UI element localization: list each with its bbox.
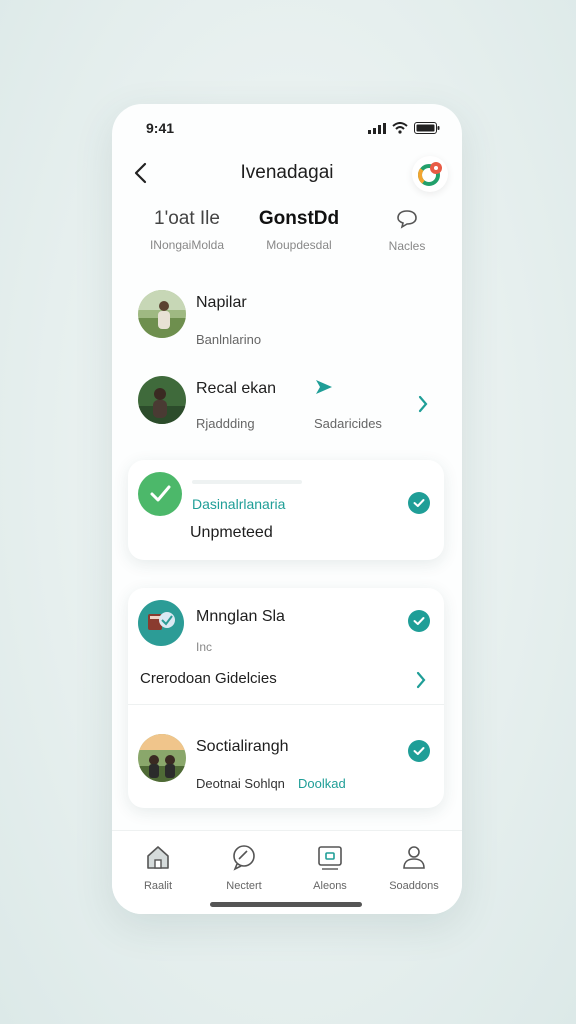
brand-logo[interactable] — [412, 156, 448, 192]
action-label[interactable]: Crerodoan Gidelcies — [140, 670, 277, 687]
nav-home-label: Raalit — [143, 880, 173, 892]
tab-2-subtitle: Moupdesdal — [266, 238, 332, 252]
item-subtitle: Inc — [196, 640, 213, 654]
tab-3-subtitle: Nacles — [388, 239, 426, 253]
wifi-icon — [392, 122, 408, 134]
details-card: Mnnglan Sla Inc Crerodoan Gidelcies Soct… — [128, 588, 444, 808]
tab-2-title: GonstDd — [258, 208, 340, 229]
list-item[interactable]: Recal ekan Rjaddding Sadaricides — [112, 374, 462, 444]
status-text: Unpmeteed — [190, 524, 273, 541]
nav-profile-label: Soaddons — [389, 880, 439, 892]
tab-2[interactable]: GonstDd Moupdesdal — [244, 208, 354, 252]
tab-3[interactable]: Nacles — [372, 208, 442, 253]
contact-extra: Sadaricides — [314, 416, 382, 431]
media-icon — [318, 846, 342, 870]
avatar — [138, 734, 186, 782]
status-link[interactable]: Dasinalrlanaria — [192, 496, 285, 512]
item-subtitle: Deotnai Sohlqn — [196, 776, 285, 791]
avatar — [138, 290, 186, 338]
check-badge[interactable] — [408, 740, 430, 762]
avatar-photo — [138, 376, 186, 424]
battery-icon — [414, 122, 440, 134]
speech-bubble-icon — [397, 210, 417, 229]
signal-icon — [368, 122, 386, 134]
item-name: Soctialirangh — [196, 738, 289, 755]
divider — [128, 704, 444, 705]
chat-icon — [233, 845, 255, 871]
contact-name: Napilar — [196, 294, 247, 311]
home-indicator — [210, 902, 362, 907]
tab-bar: 1'oat Ile INongaiMolda GonstDd Moupdesda… — [132, 208, 442, 268]
phone-frame: 9:41 Ivenadagai 1'oat Ile INongaiMolda G… — [112, 104, 462, 914]
nav-media-label: Aleons — [313, 880, 347, 892]
check-badge[interactable] — [408, 492, 430, 514]
nav-home[interactable]: Raalit — [118, 843, 198, 892]
tab-1-subtitle: INongaiMolda — [149, 238, 225, 252]
contact-subtitle: Banlnlarino — [196, 332, 262, 347]
download-link[interactable]: Doolkad — [298, 776, 346, 791]
list-item[interactable]: Napilar Banlnlarino — [112, 288, 462, 358]
check-icon — [413, 499, 425, 507]
profile-icon — [403, 846, 425, 869]
success-badge — [138, 472, 182, 516]
check-icon — [413, 617, 425, 625]
item-name: Mnnglan Sla — [196, 608, 285, 625]
status-time: 9:41 — [146, 120, 175, 136]
media-badge — [138, 600, 184, 646]
contact-name: Recal ekan — [196, 380, 277, 397]
app-header: Ivenadagai — [112, 148, 462, 200]
tab-1[interactable]: 1'oat Ile INongaiMolda — [132, 208, 242, 252]
chevron-right-icon[interactable] — [416, 394, 430, 414]
check-icon — [413, 747, 425, 755]
nav-profile[interactable]: Soaddons — [374, 843, 454, 892]
nav-chat[interactable]: Nectert — [204, 843, 284, 892]
checkmark-icon — [150, 485, 171, 502]
status-icons — [368, 122, 440, 134]
avatar-photo — [138, 290, 186, 338]
placeholder-line — [192, 480, 302, 484]
status-bar: 9:41 — [112, 104, 462, 148]
brand-icon — [418, 162, 442, 186]
chat-media-icon — [148, 612, 175, 630]
tab-1-title: 1'oat Ile — [154, 208, 220, 229]
nav-media[interactable]: Aleons — [290, 843, 370, 892]
bottom-nav: Raalit Nectert Aleons Soaddons — [112, 830, 462, 914]
nav-chat-label: Nectert — [226, 880, 262, 892]
avatar-photo — [138, 734, 186, 782]
page-title: Ivenadagai — [240, 162, 334, 183]
status-card[interactable]: Dasinalrlanaria Unpmeteed — [128, 460, 444, 560]
chevron-right-icon[interactable] — [414, 670, 428, 690]
home-icon — [147, 846, 169, 869]
contact-subtitle: Rjaddding — [196, 416, 255, 431]
send-icon — [316, 380, 332, 394]
avatar — [138, 376, 186, 424]
check-badge[interactable] — [408, 610, 430, 632]
